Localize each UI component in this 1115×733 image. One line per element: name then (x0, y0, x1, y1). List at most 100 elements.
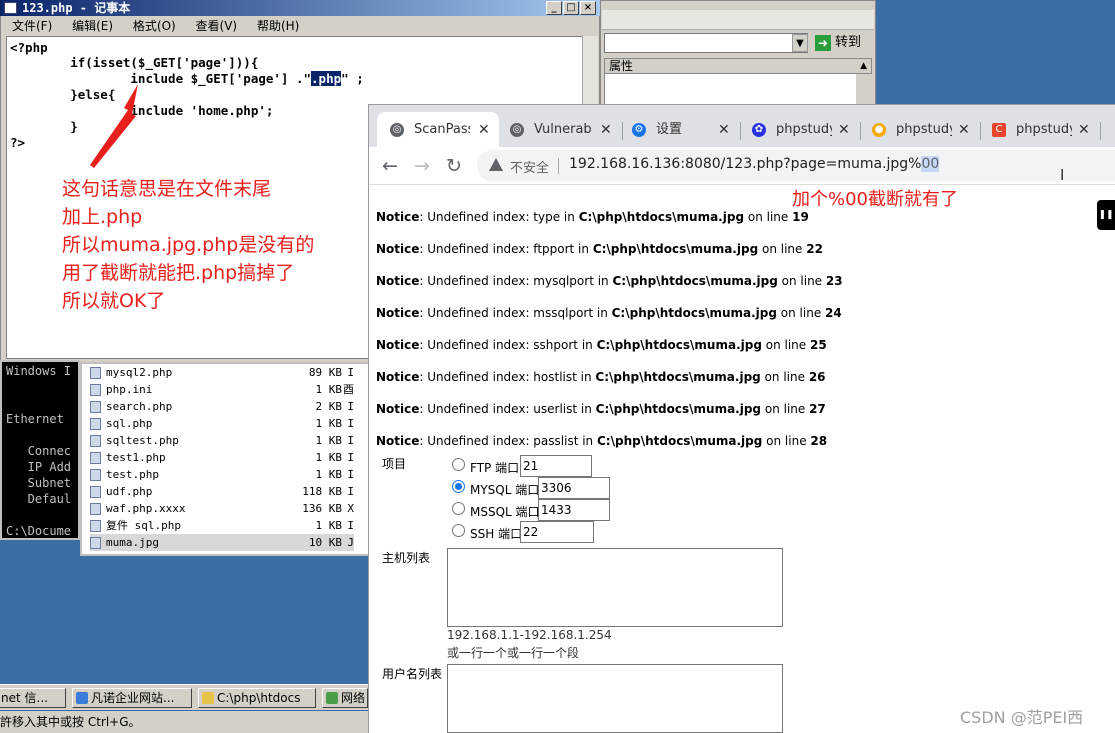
list-item[interactable]: mysql2.php 89 KB I (90, 364, 354, 381)
tab-close-icon[interactable]: ✕ (718, 112, 730, 148)
forward-arrow-icon[interactable]: → (414, 155, 430, 177)
host-hint: 或一行一个或一行一个段 (447, 646, 580, 660)
taskbar-item[interactable]: C:\php\htdocs (198, 688, 316, 708)
mssql-port-input[interactable]: 1433 (538, 499, 610, 521)
ftp-radio[interactable] (452, 458, 465, 471)
php-file-icon (90, 469, 101, 481)
annotation-text: 这句话意思是在文件末尾 (62, 178, 272, 200)
notepad-title: 123.php - 记事本 (22, 1, 131, 15)
ssh-port-label: SSH 端口 (470, 527, 523, 541)
notice-line: Notice: Undefined index: ftpport in C:\p… (376, 242, 823, 256)
url-text[interactable]: 192.168.16.136:8080/123.php?page=muma.jp… (569, 156, 940, 172)
tab-separator (1100, 122, 1101, 140)
paw-icon: ✿ (752, 123, 766, 137)
tab-scanpass[interactable]: ◎ ScanPass ✕ (390, 112, 494, 148)
warning-icon[interactable] (489, 158, 503, 171)
properties-header: 属性 ▲ (604, 58, 872, 74)
notepad-app-icon (4, 2, 17, 14)
cmd-line: C:\Docume (6, 524, 72, 538)
pause-icon[interactable]: ❚❚ (1097, 200, 1115, 230)
go-arrow-icon: ➜ (815, 34, 831, 51)
properties-panel (604, 74, 856, 104)
list-item[interactable]: udf.php 118 KB I (90, 483, 354, 500)
annotation-text: 加上.php (62, 206, 143, 228)
annotation-text: 所以就OK了 (62, 290, 166, 312)
folder-icon (202, 692, 214, 704)
list-item[interactable]: 复件 sql.php 1 KB I (90, 517, 354, 534)
tab-close-icon[interactable]: ✕ (838, 112, 850, 148)
notice-line: Notice: Undefined index: mssqlport in C:… (376, 306, 842, 320)
list-item[interactable]: test.php 1 KB I (90, 466, 354, 483)
ssh-port-input[interactable]: 22 (520, 521, 594, 543)
tab-close-icon[interactable]: ✕ (478, 112, 490, 148)
insecure-label[interactable]: 不安全 (510, 157, 549, 176)
php-file-icon (90, 401, 101, 413)
menu-file[interactable]: 文件(F) (12, 19, 52, 33)
notepad-menu-bar: 文件(F) 编辑(E) 格式(O) 查看(V) 帮助(H) (0, 16, 600, 36)
watermark: CSDN @范PEI西 (960, 708, 1084, 727)
tab-close-icon[interactable]: ✕ (1078, 112, 1090, 148)
host-list-textarea[interactable] (447, 548, 783, 627)
close-button[interactable]: × (580, 1, 596, 15)
list-item[interactable]: sqltest.php 1 KB I (90, 432, 354, 449)
list-item[interactable]: php.ini 1 KB 酉 (90, 381, 354, 398)
back-arrow-icon[interactable]: ← (382, 155, 398, 177)
cmd-line: Subnet (6, 476, 72, 490)
tab-settings[interactable]: ⚙ 设置 ✕ (632, 112, 736, 148)
menu-edit[interactable]: 编辑(E) (72, 19, 113, 33)
settings-file-icon (90, 384, 101, 396)
chevron-up-icon[interactable]: ▲ (860, 59, 867, 73)
list-item[interactable]: muma.jpg 10 KB J (90, 534, 354, 551)
menu-help[interactable]: 帮助(H) (257, 19, 299, 33)
list-item[interactable]: waf.php.xxxx 136 KB X (90, 500, 354, 517)
chevron-down-icon[interactable]: ▼ (792, 34, 808, 52)
c-logo-icon: C (992, 123, 1006, 137)
menu-view[interactable]: 查看(V) (196, 19, 238, 33)
desktop-background (0, 556, 370, 684)
maximize-button[interactable]: □ (563, 1, 579, 15)
mysql-port-label: MYSQL 端口 (470, 483, 540, 497)
tab-close-icon[interactable]: ✕ (958, 112, 970, 148)
file-explorer-list: mysql2.php 89 KB I php.ini 1 KB 酉 search.php… (80, 362, 370, 556)
menu-format[interactable]: 格式(O) (133, 19, 176, 33)
list-item[interactable]: sql.php 1 KB I (90, 415, 354, 432)
bg-address-input[interactable] (604, 33, 808, 53)
mssql-radio[interactable] (452, 502, 465, 515)
ftp-port-input[interactable]: 21 (520, 455, 592, 477)
list-item[interactable]: test1.php 1 KB I (90, 449, 354, 466)
globe-icon: ◎ (510, 123, 524, 137)
go-button[interactable]: ➜ 转到 (815, 32, 871, 54)
cmd-line: Ethernet (6, 412, 64, 426)
tab-vulnerability[interactable]: ◎ Vulnerabi ✕ (510, 112, 620, 148)
tab-phpstudy-3[interactable]: Cphpstudy ✕ (992, 112, 1102, 148)
tab-close-icon[interactable]: ✕ (600, 112, 612, 148)
php-file-icon (90, 452, 101, 464)
taskbar-item[interactable]: net 信... (0, 688, 66, 708)
mysql-radio[interactable] (452, 480, 465, 493)
notepad-title-bar[interactable]: 123.php - 记事本 (0, 0, 600, 16)
annotation-arrow-icon (90, 84, 138, 168)
status-bar: 許移入其中或按 Ctrl+G。 (0, 711, 370, 733)
tab-separator (980, 122, 981, 140)
user-list-textarea[interactable] (447, 664, 783, 733)
ssh-radio[interactable] (452, 524, 465, 537)
bg-toolbar (602, 10, 874, 30)
minimize-button[interactable]: _ (546, 1, 562, 15)
tab-separator (860, 122, 861, 140)
cmd-line: IP Add (6, 460, 72, 474)
taskbar: net 信... 凡诺企业网站... C:\php\htdocs 网络 (0, 684, 370, 710)
tab-phpstudy-1[interactable]: ✿ phpstudy ✕ (752, 112, 856, 148)
taskbar-item[interactable]: 凡诺企业网站... (72, 688, 192, 708)
reload-icon[interactable]: ↻ (446, 155, 462, 177)
url-selection: 00 (921, 156, 940, 172)
mysql-port-input[interactable]: 3306 (538, 477, 610, 499)
properties-label: 属性 (609, 59, 634, 73)
item-label: 项目 (382, 457, 407, 471)
list-item[interactable]: search.php 2 KB I (90, 398, 354, 415)
notice-line: Notice: Undefined index: hostlist in C:\… (376, 370, 826, 384)
tab-phpstudy-2[interactable]: ● phpstudy ✕ (872, 112, 976, 148)
notice-line: Notice: Undefined index: type in C:\php\… (376, 210, 809, 224)
cmd-line: Connec (6, 444, 72, 458)
php-file-icon (90, 367, 101, 379)
taskbar-item[interactable]: 网络 (322, 688, 368, 708)
